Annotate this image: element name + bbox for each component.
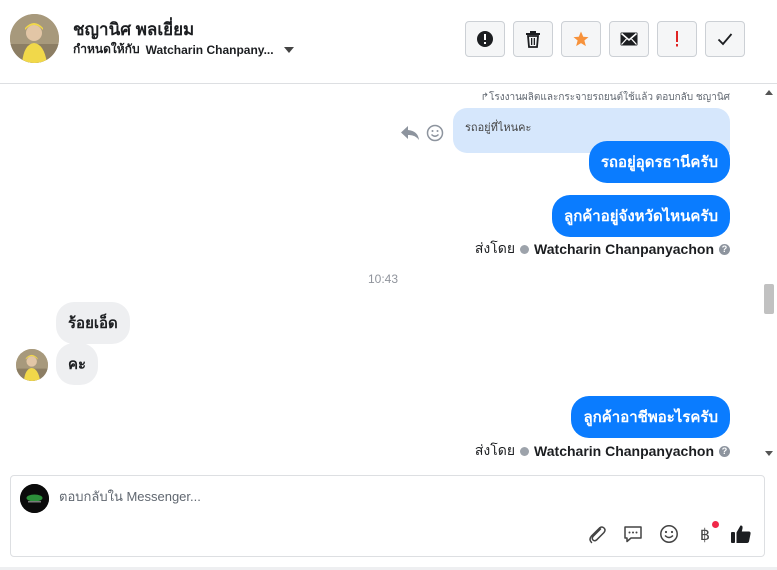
react-emoji-icon[interactable] [426, 124, 444, 142]
reply-arrow-icon: ↱ [480, 92, 489, 103]
reply-composer: ฿ [10, 475, 765, 557]
contact-avatar[interactable] [10, 14, 59, 63]
follow-up-button[interactable] [657, 21, 697, 57]
sent-by-label: ส่งโดย [474, 442, 516, 458]
help-icon[interactable]: ? [719, 243, 730, 255]
trash-icon [526, 31, 540, 48]
scroll-up-arrow-icon[interactable] [765, 90, 773, 95]
agent-status-icon [520, 446, 530, 456]
emoji-icon [660, 525, 678, 543]
sent-by-agent: Watcharin Chanpanyachon [534, 241, 714, 257]
like-button[interactable] [730, 523, 752, 545]
contact-photo [16, 349, 48, 381]
emoji-button[interactable] [658, 523, 680, 545]
contact-name: ชญานิศ พลเยี่ยม [73, 20, 195, 39]
alert-circle-icon [477, 31, 493, 47]
contact-avatar-small[interactable] [16, 349, 48, 381]
message-thread[interactable]: ↱โรงงานผลิตและกระจายรถยนต์ใช้แล้ว ตอบกลั… [0, 84, 777, 462]
baht-payment-icon: ฿ [699, 524, 711, 544]
sent-by-line: ส่งโดย Watcharin Chanpanyachon ? [475, 440, 730, 462]
agent-status-icon [520, 244, 530, 254]
envelope-icon [620, 32, 638, 46]
mark-unread-button[interactable] [609, 21, 649, 57]
sent-by-agent: Watcharin Chanpanyachon [534, 443, 714, 459]
exclamation-icon [676, 31, 678, 47]
saved-reply-button[interactable] [622, 523, 644, 545]
message-bubble-out[interactable]: รถอยู่อุดรธานีครับ [588, 141, 730, 183]
message-bubble-in[interactable]: คะ [56, 343, 99, 385]
spam-button[interactable] [465, 21, 505, 57]
contact-photo [10, 14, 59, 63]
assign-dropdown[interactable]: กำหนดให้กับ Watcharin Chanpany... [73, 40, 294, 59]
composer-tools: ฿ [586, 521, 752, 545]
check-icon [717, 33, 733, 46]
message-bubble-out[interactable]: ลูกค้าอยู่จังหวัดไหนครับ [552, 195, 730, 237]
page-avatar [20, 484, 49, 513]
message-timestamp: 10:43 [367, 272, 399, 286]
reply-input[interactable] [59, 489, 739, 504]
done-button[interactable] [705, 21, 745, 57]
message-actions [400, 124, 444, 142]
reply-icon[interactable] [400, 125, 420, 141]
saved-reply-icon [624, 526, 642, 543]
conversation-toolbar [465, 21, 745, 57]
thread-scrollbar[interactable] [761, 84, 777, 462]
sent-by-label: ส่งโดย [474, 240, 516, 256]
attach-button[interactable] [586, 523, 608, 545]
star-icon [573, 31, 589, 47]
assignee-name: Watcharin Chanpany... [145, 42, 274, 57]
message-bubble-in[interactable]: ร้อยเอ็ด [56, 302, 130, 344]
help-icon[interactable]: ? [719, 445, 730, 457]
assign-prefix: กำหนดให้กับ [73, 42, 140, 56]
sent-by-line: ส่งโดย Watcharin Chanpanyachon ? [475, 238, 730, 260]
star-button[interactable] [561, 21, 601, 57]
caret-down-icon [283, 47, 294, 53]
reply-context: ↱โรงงานผลิตและกระจายรถยนต์ใช้แล้ว ตอบกลั… [481, 90, 730, 105]
scroll-thumb[interactable] [764, 284, 774, 314]
page-logo [20, 484, 49, 513]
notification-dot [712, 521, 719, 528]
conversation-header: ชญานิศ พลเยี่ยม กำหนดให้กับ Watcharin Ch… [0, 0, 777, 84]
paperclip-icon [589, 526, 606, 544]
scroll-down-arrow-icon[interactable] [765, 451, 773, 456]
message-bubble-out[interactable]: ลูกค้าอาชีพอะไรครับ [571, 396, 730, 438]
payment-button[interactable]: ฿ [694, 521, 719, 545]
reply-context-text: โรงงานผลิตและกระจายรถยนต์ใช้แล้ว ตอบกลับ… [488, 92, 730, 103]
thumbs-up-icon [731, 525, 751, 543]
delete-button[interactable] [513, 21, 553, 57]
